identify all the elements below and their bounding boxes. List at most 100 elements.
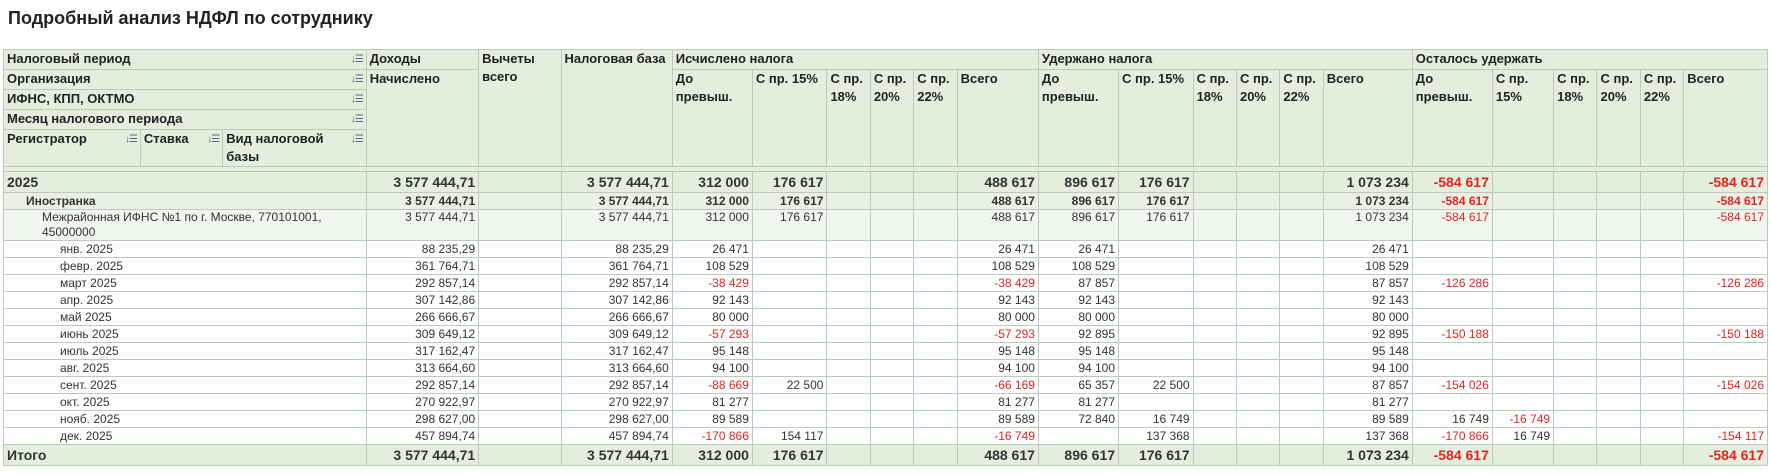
header-tax-base[interactable]: Налоговая база: [560, 49, 673, 167]
sort-icon[interactable]: ↓☰: [207, 131, 220, 148]
sort-icon[interactable]: ↓☰: [351, 91, 364, 108]
calculated-cell: [751, 257, 828, 275]
header-withheld-15[interactable]: С пр. 15%: [1118, 69, 1194, 167]
header-remaining[interactable]: Осталось удержать: [1411, 49, 1769, 70]
calculated-cell: -88 669: [671, 376, 753, 394]
withheld-cell: [1279, 291, 1324, 309]
remaining-cell: -584 617: [1411, 192, 1493, 210]
calculated-cell: [869, 410, 915, 428]
calculated-cell: [869, 240, 915, 258]
withheld-cell: 81 277: [1037, 393, 1120, 411]
remaining-cell: [1596, 427, 1641, 445]
remaining-cell: -126 286: [1683, 274, 1768, 292]
header-calc-18[interactable]: С пр. 18%: [826, 69, 871, 167]
header-remaining-total[interactable]: Всего: [1683, 69, 1768, 167]
income-cell: 3 577 444,71: [365, 192, 480, 210]
table-row[interactable]: март 2025 292 857,14 292 857,14 -38 429 -38 …: [3, 274, 1768, 292]
sort-icon[interactable]: ↓☰: [351, 71, 364, 88]
remaining-cell: 16 749: [1411, 410, 1493, 428]
calculated-cell: [826, 410, 871, 428]
table-row[interactable]: Иностранка 3 577 444,71 3 577 444,71 312 00…: [3, 192, 1768, 210]
remaining-cell: -150 188: [1411, 325, 1493, 343]
header-remaining-20[interactable]: С пр. 20%: [1596, 69, 1641, 167]
header-registrar[interactable]: Регистратор ↓☰: [3, 129, 141, 167]
table-row[interactable]: янв. 2025 88 235,29 88 235,29 26 471 26 471 2…: [3, 240, 1768, 258]
header-ifns[interactable]: ИФНС, КПП, ОКТМО ↓☰: [3, 89, 367, 110]
income-cell: 3 577 444,71: [365, 171, 480, 193]
calculated-cell: 312 000: [671, 192, 753, 210]
total-row[interactable]: Итого 3 577 444,71 3 577 444,71 312 000 176 …: [3, 444, 1768, 466]
table-row[interactable]: июль 2025 317 162,47 317 162,47 95 148 95 14…: [3, 342, 1768, 360]
withheld-cell: [1279, 427, 1324, 445]
table-row[interactable]: Межрайонная ИФНС №1 по г. Москве, 770101…: [3, 209, 1768, 241]
header-withheld-before[interactable]: До превыш.: [1037, 69, 1120, 167]
remaining-cell: -584 617: [1683, 444, 1768, 466]
header-month[interactable]: Месяц налогового периода ↓☰: [3, 109, 367, 130]
remaining-cell: -584 617: [1411, 171, 1493, 193]
withheld-cell: [1192, 274, 1237, 292]
header-remaining-18[interactable]: С пр. 18%: [1553, 69, 1598, 167]
header-calc-22[interactable]: С пр. 22%: [913, 69, 958, 167]
withheld-cell: [1279, 393, 1324, 411]
remaining-cell: [1639, 444, 1685, 466]
withheld-cell: [1192, 171, 1237, 193]
row-label: 2025: [3, 171, 367, 193]
remaining-cell: [1639, 291, 1685, 309]
remaining-cell: [1639, 257, 1685, 275]
table-row[interactable]: 2025 3 577 444,71 3 577 444,71 312 000 176 6…: [3, 171, 1768, 193]
calculated-cell: [826, 393, 871, 411]
tax-base-cell: 3 577 444,71: [560, 171, 673, 193]
table-row[interactable]: февр. 2025 361 764,71 361 764,71 108 529 108…: [3, 257, 1768, 275]
tax-base-cell: 292 857,14: [560, 376, 673, 394]
withheld-cell: 72 840: [1037, 410, 1120, 428]
calculated-cell: [826, 192, 871, 210]
row-label: окт. 2025: [3, 393, 367, 411]
sort-icon[interactable]: ↓☰: [351, 51, 364, 68]
sort-icon[interactable]: ↓☰: [351, 131, 364, 149]
header-withheld-22[interactable]: С пр. 22%: [1279, 69, 1324, 167]
table-row[interactable]: нояб. 2025 298 627,00 298 627,00 89 589 89 5…: [3, 410, 1768, 428]
header-withheld-18[interactable]: С пр. 18%: [1192, 69, 1237, 167]
header-calc-before[interactable]: До превыш.: [671, 69, 753, 167]
header-income[interactable]: Доходы: [365, 49, 480, 70]
withheld-cell: 1 073 234: [1322, 192, 1413, 210]
remaining-cell: [1639, 376, 1685, 394]
withheld-cell: [1118, 325, 1194, 343]
withheld-cell: [1192, 410, 1237, 428]
header-remaining-before[interactable]: До превыш.: [1411, 69, 1493, 167]
withheld-cell: 92 895: [1322, 325, 1413, 343]
calculated-cell: [751, 325, 828, 343]
remaining-cell: [1553, 209, 1598, 241]
header-tax-period[interactable]: Налоговый период ↓☰: [3, 49, 367, 70]
income-cell: 266 666,67: [365, 308, 480, 326]
header-deductions[interactable]: Вычеты всего: [478, 49, 562, 167]
header-organization[interactable]: Организация ↓☰: [3, 69, 367, 90]
header-calc-20[interactable]: С пр. 20%: [869, 69, 915, 167]
header-rate[interactable]: Ставка ↓☰: [139, 129, 224, 167]
remaining-cell: [1683, 410, 1768, 428]
remaining-cell: [1639, 274, 1685, 292]
table-row[interactable]: окт. 2025 270 922,97 270 922,97 81 277 81 27…: [3, 393, 1768, 411]
table-row[interactable]: дек. 2025 457 894,74 457 894,74 -170 866 154…: [3, 427, 1768, 445]
header-income-type[interactable]: ↓☰ Вид налоговой базы: [222, 129, 367, 167]
sort-icon[interactable]: ↓☰: [125, 131, 138, 148]
header-withheld-20[interactable]: С пр. 20%: [1235, 69, 1281, 167]
table-row[interactable]: авг. 2025 313 664,60 313 664,60 94 100 94 10…: [3, 359, 1768, 377]
withheld-cell: [1279, 410, 1324, 428]
remaining-cell: [1596, 209, 1641, 241]
header-calc-total[interactable]: Всего: [956, 69, 1039, 167]
table-row[interactable]: апр. 2025 307 142,86 307 142,86 92 143 92 14…: [3, 291, 1768, 309]
header-withheld-total[interactable]: Всего: [1322, 69, 1413, 167]
header-withheld[interactable]: Удержано налога: [1037, 49, 1413, 70]
header-accrued[interactable]: Начислено: [365, 69, 480, 167]
header-calculated[interactable]: Исчислено налога: [671, 49, 1039, 70]
table-row[interactable]: сент. 2025 292 857,14 292 857,14 -88 669 22 …: [3, 376, 1768, 394]
header-calc-15[interactable]: С пр. 15%: [751, 69, 828, 167]
sort-icon[interactable]: ↓☰: [351, 111, 364, 128]
header-remaining-22[interactable]: С пр. 22%: [1639, 69, 1685, 167]
header-remaining-15[interactable]: С пр. 15%: [1491, 69, 1555, 167]
table-row[interactable]: май 2025 266 666,67 266 666,67 80 000 80 000…: [3, 308, 1768, 326]
income-cell: 292 857,14: [365, 376, 480, 394]
deductions-cell: [478, 393, 562, 411]
table-row[interactable]: июнь 2025 309 649,12 309 649,12 -57 293 -57 …: [3, 325, 1768, 343]
